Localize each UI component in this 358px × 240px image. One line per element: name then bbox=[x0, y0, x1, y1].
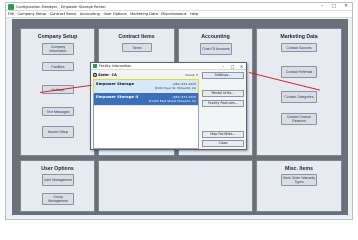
contact-closure-reasons-button[interactable]: Contact Closure Reasons bbox=[281, 113, 317, 125]
close-button[interactable]: Close bbox=[202, 140, 244, 147]
facility-features-button[interactable]: Facility Features... bbox=[202, 100, 244, 107]
work-order-warranty-types-button[interactable]: Work Order Warranty Types bbox=[281, 174, 317, 186]
contract-items-title: Contract Items bbox=[118, 34, 155, 40]
marketing-data-title: Marketing Data bbox=[280, 34, 318, 40]
menu-file[interactable]: File bbox=[8, 12, 14, 16]
facility-list[interactable]: Empower Storage (661) 872-4225 #100 Dyer… bbox=[93, 79, 199, 149]
menu-contract-items[interactable]: Contract Items bbox=[50, 12, 77, 16]
company-information-button[interactable]: Company Information bbox=[42, 43, 74, 55]
facility-information-dialog: Facility Information – □ ✕ State: CA Cou… bbox=[90, 62, 247, 150]
dialog-close-icon[interactable]: ✕ bbox=[237, 64, 246, 69]
invoice-setup-button[interactable]: Invoice Setup bbox=[42, 126, 74, 138]
facility-count: Count: 2 bbox=[185, 73, 198, 77]
map-facilities-button[interactable]: Map Facilities... bbox=[202, 131, 244, 138]
company-setup-title: Company Setup bbox=[37, 34, 78, 40]
taxes-button[interactable]: Taxes bbox=[122, 43, 152, 52]
menu-accounting[interactable]: Accounting bbox=[80, 12, 100, 16]
group-management-button[interactable]: Group Management bbox=[42, 193, 74, 205]
center-bottom-panel bbox=[98, 160, 253, 212]
user-management-button[interactable]: User Management bbox=[42, 174, 74, 186]
title-bar: Configuration Manager - Empower Storage … bbox=[6, 3, 352, 11]
text-messages-button[interactable]: Text Messages bbox=[42, 107, 74, 116]
state-filter: State: CA Count: 2 bbox=[93, 72, 198, 78]
chart-of-accounts-button[interactable]: Chart Of Accounts bbox=[200, 43, 232, 55]
dialog-maximize-icon[interactable]: □ bbox=[228, 64, 237, 69]
menu-help[interactable]: Help bbox=[190, 12, 198, 16]
facilities-button[interactable]: Facilities bbox=[42, 62, 74, 71]
rental-units-button[interactable]: Rental Units... bbox=[202, 90, 244, 97]
state-label: State: bbox=[98, 73, 110, 77]
state-radio[interactable] bbox=[93, 73, 97, 77]
facility-phone: (661) 872-4225 bbox=[172, 94, 196, 99]
menu-company-setup[interactable]: Company Setup bbox=[18, 12, 47, 16]
misc-items-panel: Misc. Items Work Order Warranty Types bbox=[256, 160, 342, 212]
close-icon[interactable]: ✕ bbox=[340, 3, 352, 10]
dialog-title-bar: Facility Information – □ ✕ bbox=[91, 63, 246, 70]
facility-address: #100 Dyer St. Mulvedd, CA bbox=[154, 86, 196, 90]
window-title: Configuration Manager - Empower Storage … bbox=[16, 4, 106, 9]
contact-sources-button[interactable]: Contact Sources bbox=[281, 43, 317, 52]
list-item[interactable]: Empower Storage II (661) 872-4225 #1400 … bbox=[94, 93, 198, 106]
marketing-data-panel: Marketing Data Contact Sources Contact R… bbox=[256, 28, 342, 156]
menu-marketing-data[interactable]: Marketing Data bbox=[130, 12, 158, 16]
dialog-app-icon bbox=[93, 64, 97, 68]
company-setup-panel: Company Setup Company Information Facili… bbox=[20, 28, 95, 156]
misc-items-title: Misc. Items bbox=[285, 166, 313, 172]
settings-button[interactable]: Settings... bbox=[202, 72, 244, 79]
facility-phone: (661) 872-4225 bbox=[172, 81, 196, 86]
menu-miscellaneous[interactable]: Miscellaneous bbox=[161, 12, 186, 16]
dialog-title: Facility Information bbox=[99, 64, 132, 68]
menu-bar: File Company Setup Contract Items Accoun… bbox=[6, 11, 352, 18]
minimize-icon[interactable]: – bbox=[316, 3, 328, 10]
user-options-title: User Options bbox=[41, 166, 74, 172]
accounting-title: Accounting bbox=[201, 34, 230, 40]
maximize-icon[interactable]: □ bbox=[328, 3, 340, 10]
app-icon bbox=[8, 3, 14, 10]
user-options-panel: User Options User Management Group Manag… bbox=[20, 160, 95, 212]
dialog-minimize-icon[interactable]: – bbox=[219, 64, 228, 69]
facility-address: #1400 East Street Mulvedd, CA bbox=[148, 99, 196, 103]
menu-user-options[interactable]: User Options bbox=[103, 12, 126, 16]
list-item[interactable]: Empower Storage (661) 872-4225 #100 Dyer… bbox=[93, 79, 199, 94]
state-value[interactable]: CA bbox=[112, 73, 117, 77]
contact-referrals-button[interactable]: Contact Referrals bbox=[281, 66, 317, 78]
contact-categories-button[interactable]: Contact Categories bbox=[281, 91, 317, 103]
